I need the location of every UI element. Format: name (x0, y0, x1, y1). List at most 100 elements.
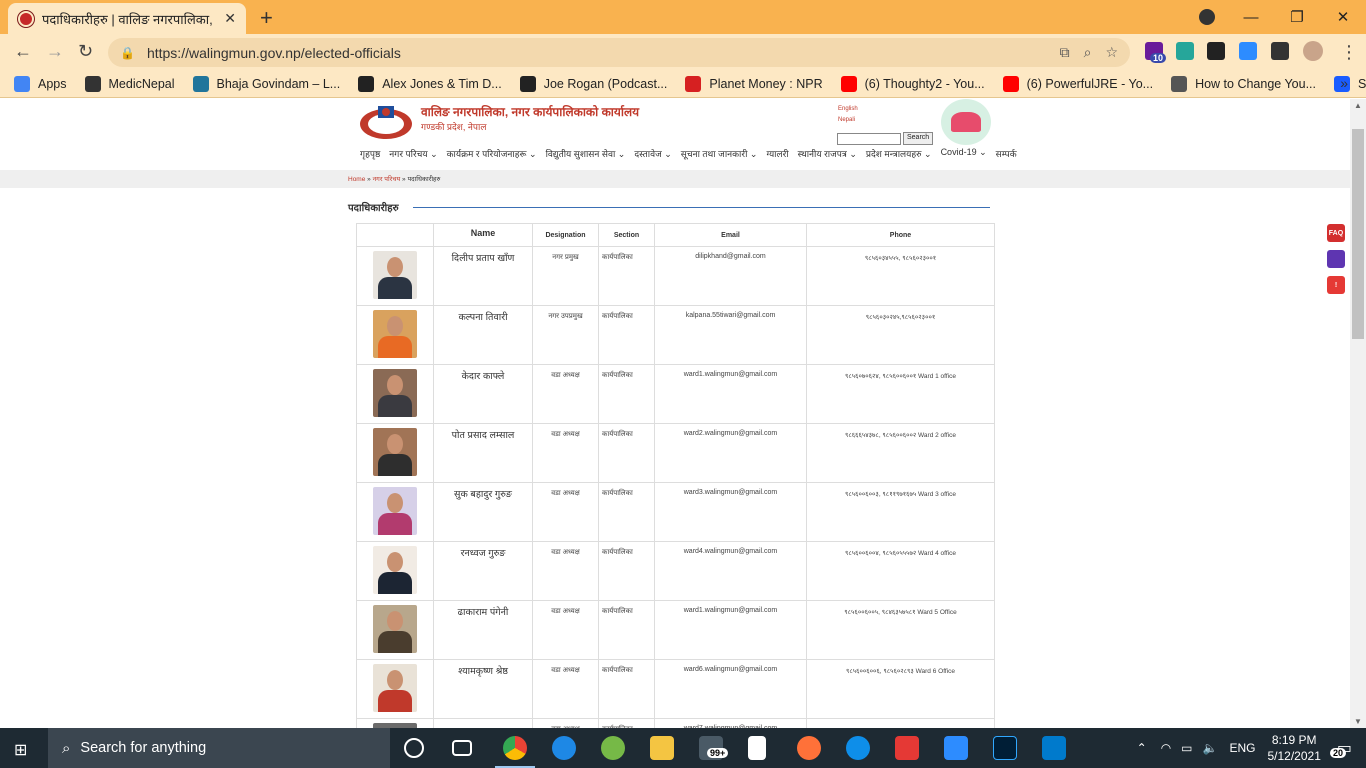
file-explorer-taskbar-icon[interactable] (650, 736, 674, 760)
utorrent-taskbar-icon[interactable] (601, 736, 625, 760)
lang-english[interactable]: English (838, 104, 858, 115)
bookmark-item[interactable]: How to Change You... (1171, 75, 1316, 92)
official-email[interactable]: ward7.walingmun@gmail.com (654, 718, 807, 728)
photo-cell (356, 718, 434, 728)
nav-item[interactable]: Covid-19 ⌄ (941, 147, 987, 160)
nav-item[interactable]: प्रदेश मन्त्रालयहरु ⌄ (866, 147, 932, 160)
windows-start-icon[interactable]: ⊞ (14, 740, 27, 760)
official-photo (373, 428, 417, 476)
lang-nepali[interactable]: Nepali (838, 115, 858, 126)
taskbar-search-box[interactable]: ⌕ Search for anything (48, 728, 390, 768)
close-window-button[interactable]: ✕ (1320, 8, 1366, 26)
nav-item[interactable]: दस्तावेज ⌄ (634, 147, 671, 160)
bookmark-item[interactable]: Bhaja Govindam – L... (192, 75, 340, 92)
extensions-puzzle-icon[interactable] (1271, 42, 1289, 60)
official-email[interactable]: ward6.walingmun@gmail.com (654, 659, 807, 719)
official-email[interactable]: ward4.walingmun@gmail.com (654, 541, 807, 601)
bookmark-item[interactable]: Joe Rogan (Podcast... (519, 75, 667, 92)
back-arrow-icon[interactable]: ← (14, 41, 32, 62)
official-email[interactable]: ward3.walingmun@gmail.com (654, 482, 807, 542)
profile-avatar[interactable] (1303, 41, 1323, 61)
alert-icon[interactable]: ! (1327, 276, 1345, 294)
chrome-taskbar-icon[interactable] (503, 736, 527, 760)
breadcrumb-current: पदाधिकारीहरु (407, 176, 441, 183)
nepal-emblem-logo[interactable] (358, 102, 414, 140)
bookmark-item[interactable]: (6) PowerfulJRE - Yo... (1002, 75, 1153, 92)
zoom-icon[interactable]: ⌕ (1084, 44, 1092, 61)
extension-zoom-icon[interactable] (1239, 42, 1257, 60)
faq-icon[interactable]: FAQ (1327, 224, 1345, 242)
forward-arrow-icon[interactable]: → (46, 41, 64, 62)
tray-chevron-icon[interactable]: ⌃ (1137, 741, 1147, 755)
reload-icon[interactable]: ↻ (78, 41, 93, 62)
firefox-taskbar-icon[interactable] (797, 736, 821, 760)
waling-logo-mark (951, 112, 981, 132)
anydesk-taskbar-icon[interactable] (895, 736, 919, 760)
restore-button[interactable]: ❐ (1274, 8, 1320, 26)
nav-item[interactable]: सूचना तथा जानकारी ⌄ (681, 147, 758, 160)
profile-menu-icon[interactable] (1199, 9, 1215, 25)
minimize-button[interactable]: — (1228, 9, 1274, 26)
photoshop-taskbar-icon[interactable] (993, 736, 1017, 760)
bookmark-item[interactable]: Apps (14, 75, 67, 92)
nav-item[interactable]: ग्यालरी (766, 147, 788, 160)
window-controls: — ❐ ✕ (1228, 0, 1366, 34)
breadcrumb-home[interactable]: Home (348, 176, 365, 183)
notepad-taskbar-icon[interactable] (748, 736, 766, 760)
extension-triangle-icon[interactable] (1176, 42, 1194, 60)
volume-icon[interactable]: 🔈 (1203, 741, 1218, 755)
scrollbar-thumb[interactable] (1352, 129, 1364, 339)
bookmark-item[interactable]: Sophos (1334, 75, 1366, 92)
new-tab-button[interactable]: + (260, 5, 273, 31)
teamviewer-taskbar-icon[interactable] (846, 736, 870, 760)
nav-item[interactable]: स्थानीय राजपत्र ⌄ (798, 147, 857, 160)
official-section: कार्यपालिका (598, 482, 655, 542)
scroll-up-arrow-icon[interactable]: ▲ (1354, 101, 1362, 110)
table-row: केदार काफ्ले वडा अध्यक्ष कार्यपालिका ward1.… (356, 364, 995, 424)
taskbar-clock[interactable]: 8:19 PM 5/12/2021 (1267, 732, 1320, 764)
scroll-down-arrow-icon[interactable]: ▼ (1354, 717, 1362, 726)
nav-item[interactable]: कार्यक्रम र परियोजनाहरू ⌄ (447, 147, 537, 160)
site-search-input[interactable] (837, 133, 901, 145)
official-email[interactable]: kalpana.55tiwari@gmail.com (654, 305, 807, 365)
bookmarks-overflow-icon[interactable]: » (1340, 75, 1348, 91)
tab-close-icon[interactable]: ✕ (224, 10, 236, 27)
official-email[interactable]: ward1.walingmun@gmail.com (654, 364, 807, 424)
bookmark-item[interactable]: (6) Thoughty2 - You... (840, 75, 985, 92)
photo-head (387, 552, 403, 572)
nav-item[interactable]: विद्युतीय सुशासन सेवा ⌄ (546, 147, 626, 160)
nav-item[interactable]: सम्पर्क (996, 147, 1017, 160)
edge-taskbar-icon[interactable] (552, 736, 576, 760)
browser-menu-icon[interactable]: ⋮ (1340, 42, 1358, 63)
site-search-button[interactable]: Search (903, 132, 934, 145)
bookmark-label: Apps (38, 76, 67, 91)
address-bar[interactable]: 🔒 https://walingmun.gov.np/elected-offic… (108, 38, 1130, 67)
official-email[interactable]: dilipkhand@gmail.com (654, 246, 807, 306)
lock-icon[interactable]: 🔒 (120, 46, 135, 60)
zoom-taskbar-icon[interactable] (944, 736, 968, 760)
bookmark-star-icon[interactable]: ☆ (1105, 44, 1118, 61)
official-email[interactable]: ward1.walingmun@gmail.com (654, 600, 807, 660)
breadcrumb-parent[interactable]: नगर परिचय (373, 176, 401, 183)
task-view-icon[interactable] (452, 740, 472, 756)
vscode-taskbar-icon[interactable] (1042, 736, 1066, 760)
extension-keyboard-icon[interactable] (1207, 42, 1225, 60)
bookmark-item[interactable]: Planet Money : NPR (685, 75, 823, 92)
url-text[interactable]: https://walingmun.gov.np/elected-officia… (147, 45, 401, 61)
table-row: रनध्वज गुरुङ वडा अध्यक्ष कार्यपालिका ward4.… (356, 541, 995, 601)
translate-icon[interactable]: ⧉ (1060, 44, 1070, 61)
battery-icon[interactable]: ▭ (1181, 741, 1192, 755)
table-row: ढाकाराम पंगेनी वडा अध्यक्ष कार्यपालिका ward… (356, 600, 995, 660)
input-language[interactable]: ENG (1229, 741, 1255, 755)
nav-item[interactable]: गृहपृष्ठ (360, 147, 380, 160)
chat-icon[interactable] (1327, 250, 1345, 268)
bookmark-item[interactable]: MedicNepal (84, 75, 175, 92)
browser-tab-active[interactable]: पदाधिकारीहरु | वालिङ नगरपालिका, ✕ (8, 3, 246, 34)
wifi-icon[interactable]: ◠ (1161, 741, 1171, 755)
nav-item[interactable]: नगर परिचय ⌄ (389, 147, 437, 160)
official-email[interactable]: ward2.walingmun@gmail.com (654, 423, 807, 483)
header-section: Section (598, 223, 655, 247)
cortana-icon[interactable] (404, 738, 424, 758)
bookmark-item[interactable]: Alex Jones & Tim D... (358, 75, 502, 92)
page-scrollbar[interactable]: ▲ ▼ (1350, 99, 1366, 728)
